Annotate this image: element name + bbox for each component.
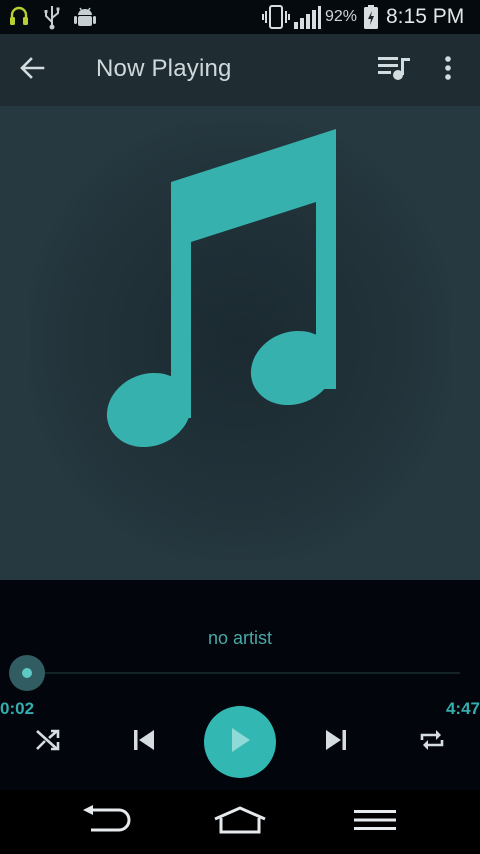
total-duration: 4:47 — [445, 699, 480, 718]
page-title: Now Playing — [96, 55, 232, 82]
overflow-menu-button[interactable] — [430, 48, 466, 92]
artist-label: no artist — [207, 628, 273, 648]
previous-icon — [132, 728, 156, 757]
android-debug-icon — [72, 4, 98, 35]
repeat-button[interactable] — [410, 722, 454, 762]
status-bar: 92% 8:15 PM — [0, 0, 480, 34]
queue-music-icon — [377, 54, 413, 87]
queue-button[interactable] — [372, 48, 418, 92]
app-bar: Now Playing — [0, 34, 480, 106]
nav-back-button[interactable] — [70, 790, 140, 854]
nav-back-icon — [79, 804, 131, 840]
headset-icon — [8, 4, 30, 33]
shuffle-icon — [35, 728, 61, 757]
back-arrow-icon — [19, 56, 45, 85]
seek-bar-thumb[interactable] — [9, 655, 46, 691]
player-panel: no artist 0:02 4:47 — [0, 580, 480, 790]
next-icon — [324, 728, 348, 757]
clock: 8:15 PM — [386, 5, 465, 28]
music-note-icon — [106, 129, 336, 448]
vibrate-icon — [262, 4, 290, 35]
play-button[interactable] — [204, 706, 276, 778]
home-icon — [212, 805, 268, 840]
menu-icon — [352, 807, 398, 838]
seek-bar-track[interactable] — [24, 672, 460, 674]
nav-menu-button[interactable] — [340, 790, 410, 854]
seek-thumb-dot — [22, 668, 33, 678]
more-vert-icon — [444, 55, 452, 86]
album-art — [0, 106, 480, 580]
battery-percent: 92% — [325, 8, 358, 25]
nav-home-button[interactable] — [204, 790, 276, 854]
usb-icon — [42, 4, 62, 35]
elapsed-time: 0:02 — [0, 699, 35, 718]
repeat-icon — [419, 727, 445, 758]
shuffle-button[interactable] — [26, 722, 70, 762]
battery-charging-icon — [362, 4, 380, 35]
signal-icon — [293, 4, 321, 35]
next-button[interactable] — [314, 722, 358, 762]
navigation-bar — [0, 790, 480, 854]
back-button[interactable] — [10, 48, 54, 92]
previous-button[interactable] — [122, 722, 166, 762]
play-icon — [227, 726, 253, 759]
